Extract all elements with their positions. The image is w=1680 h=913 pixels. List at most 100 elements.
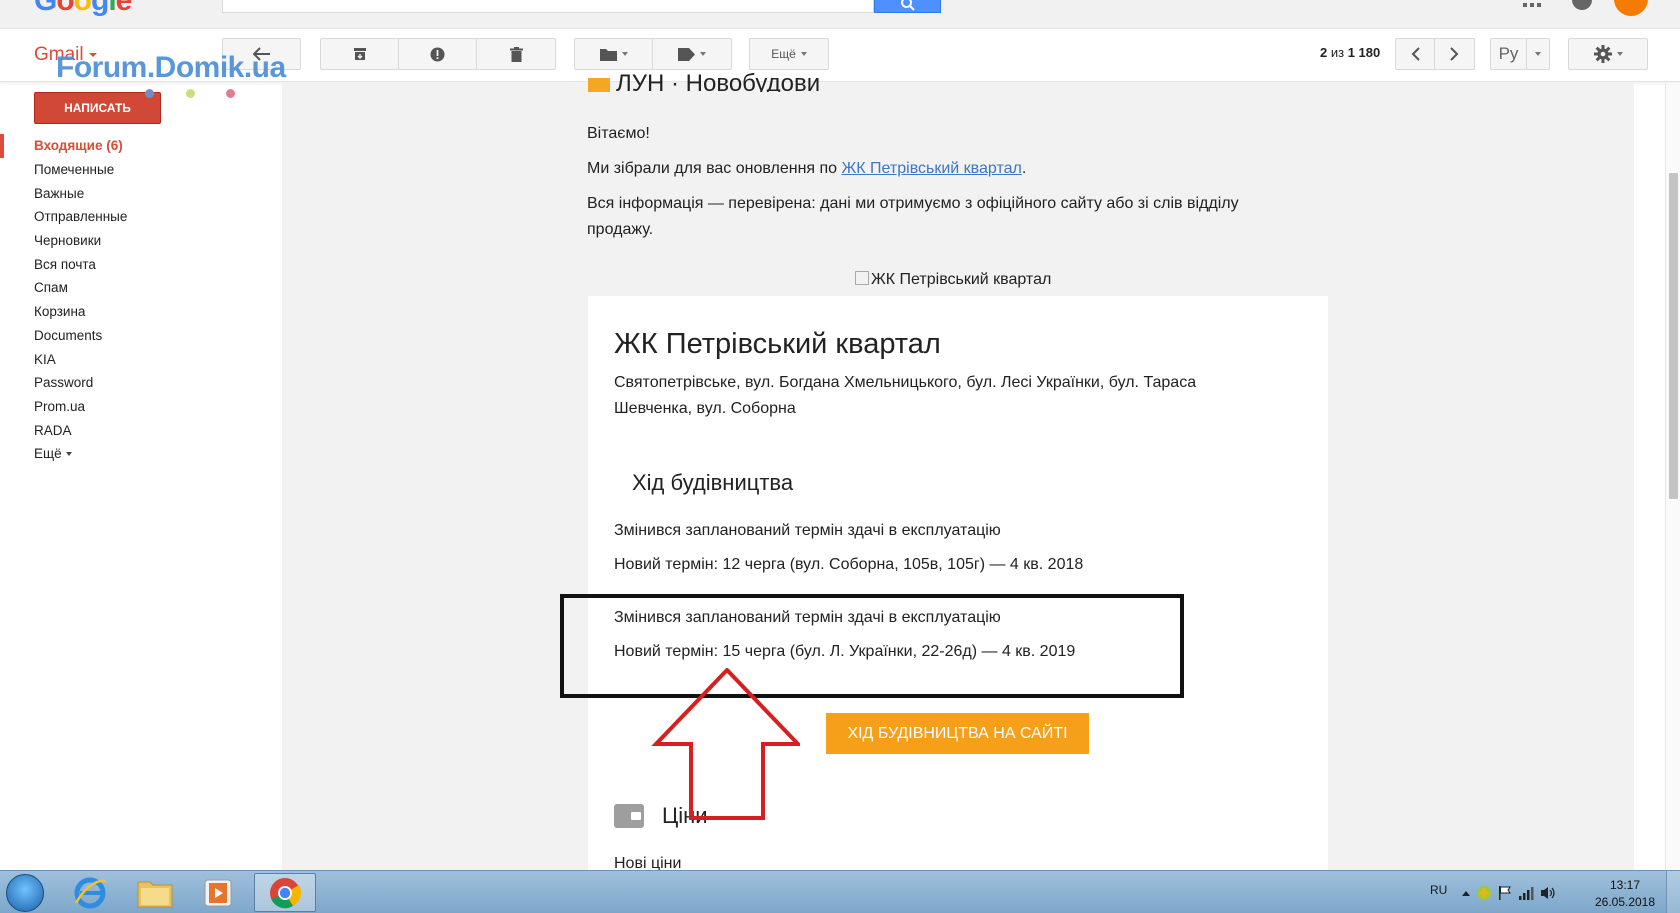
chevron-down-icon [621, 52, 628, 56]
change-1-title: Змінився запланований термін здачі в екс… [614, 522, 1001, 539]
keyboard-language-indicator[interactable]: RU [1430, 883, 1447, 897]
archive-button[interactable] [321, 39, 399, 69]
update-shield-icon[interactable] [1476, 885, 1492, 901]
action-center-flag-icon[interactable] [1498, 885, 1512, 901]
google-top-bar: Google [0, 0, 1680, 29]
lun-logo-icon [588, 78, 610, 92]
chevron-down-icon [1535, 52, 1541, 56]
avatar[interactable] [1614, 0, 1648, 16]
label-tag-icon [678, 47, 695, 61]
folder-icon [599, 48, 617, 61]
google-logo-letter: o [73, 0, 92, 17]
settings-button[interactable] [1568, 38, 1648, 70]
google-logo-letter: o [56, 0, 74, 17]
sidebar-item-kia[interactable]: KIA [0, 347, 260, 371]
move-label-group [574, 38, 732, 70]
watermark-dot [186, 89, 195, 98]
move-to-button[interactable] [575, 39, 653, 69]
chevron-down-icon [1616, 52, 1623, 56]
search-icon [901, 0, 915, 11]
google-logo-letter: g [91, 0, 109, 17]
newsletter-header-text: ЛУН · Новобудови [616, 70, 821, 92]
clock-date: 26.05.2018 [1594, 895, 1656, 909]
show-desktop-button[interactable] [1666, 871, 1680, 913]
notifications-icon[interactable] [1572, 0, 1592, 10]
watermark-dot [145, 89, 154, 98]
pager-nav-group [1395, 38, 1475, 70]
pager-count: 2 из 1 180 [1320, 45, 1380, 60]
pager-total: 1 180 [1347, 45, 1381, 60]
intro-suffix: . [1021, 160, 1027, 177]
verified-paragraph: Вся інформація — перевірена: дані ми отр… [587, 195, 1239, 238]
chevron-left-icon [1411, 47, 1420, 61]
volume-icon[interactable] [1540, 886, 1556, 900]
file-explorer-icon[interactable] [127, 873, 183, 912]
input-language-dropdown[interactable] [1527, 39, 1549, 69]
older-button[interactable] [1435, 39, 1474, 69]
chevron-down-icon [700, 52, 706, 56]
watermark-dot [226, 89, 235, 98]
report-spam-button[interactable] [399, 39, 477, 69]
search-input[interactable] [222, 0, 874, 13]
compose-button[interactable]: НАПИСАТЬ [34, 92, 161, 124]
gear-icon [1593, 45, 1612, 63]
scrollbar-thumb[interactable] [1669, 173, 1678, 499]
windows-taskbar: RU 13:17 26.05.2018 [0, 870, 1680, 913]
annotation-arrow-up [651, 668, 800, 820]
sidebar-nav: Входящие (6) Помеченные Важные Отправлен… [0, 134, 260, 466]
sidebar-item-inbox[interactable]: Входящие (6) [0, 134, 260, 158]
sidebar-more-label: Ещё [34, 446, 62, 462]
more-actions-label: Ещё [771, 47, 796, 61]
sidebar-item-documents[interactable]: Documents [0, 324, 260, 348]
google-logo-letter: G [34, 0, 57, 17]
chrome-icon[interactable] [254, 873, 316, 912]
google-logo-letter: l [108, 0, 116, 17]
sidebar-item-starred[interactable]: Помеченные [0, 158, 260, 182]
sidebar-item-more[interactable]: Ещё [0, 442, 260, 466]
network-signal-icon[interactable] [1518, 886, 1534, 900]
change-1-detail: Новий термін: 12 черга (вул. Соборна, 10… [614, 556, 1084, 573]
broken-image-alt: ЖК Петрівський квартал [855, 271, 1051, 289]
intro-paragraph: Ми зібрали для вас оновлення по ЖК Петрі… [587, 156, 1026, 182]
report-spam-icon [430, 47, 445, 61]
newer-button[interactable] [1396, 39, 1435, 69]
newsletter-header: ЛУН · Новобудови [588, 70, 820, 92]
input-language-group: Ру [1490, 38, 1550, 70]
pager-separator: из [1330, 45, 1345, 60]
sidebar-item-rada[interactable]: RADA [0, 418, 260, 442]
sidebar-item-all-mail[interactable]: Вся почта [0, 252, 260, 276]
sidebar-item-important[interactable]: Важные [0, 181, 260, 205]
sidebar-item-password[interactable]: Password [0, 371, 260, 395]
chevron-down-icon [65, 451, 72, 456]
google-logo-letter: e [115, 0, 133, 17]
google-logo[interactable]: Google [34, 0, 133, 18]
sidebar-item-prom[interactable]: Prom.ua [0, 395, 260, 419]
sidebar-item-trash[interactable]: Корзина [0, 300, 260, 324]
construction-heading: Хід будівництва [632, 470, 794, 495]
internet-explorer-icon[interactable] [62, 873, 118, 912]
clock-time: 13:17 [1609, 878, 1641, 892]
show-hidden-icons-icon[interactable] [1462, 890, 1470, 896]
input-language-button[interactable]: Ру [1491, 39, 1527, 69]
system-clock[interactable]: 13:17 26.05.2018 [1590, 877, 1660, 911]
sidebar-item-drafts[interactable]: Черновики [0, 229, 260, 253]
chevron-down-icon [800, 52, 807, 56]
sidebar-item-spam[interactable]: Спам [0, 276, 260, 300]
complex-title: ЖК Петрівський квартал [614, 328, 941, 360]
greeting-text: Вітаємо! [587, 125, 650, 142]
complex-address: Святопетрівське, вул. Богдана Хмельницьк… [614, 374, 1197, 417]
chevron-right-icon [1450, 47, 1459, 61]
system-tray [1462, 885, 1556, 901]
complex-link[interactable]: ЖК Петрівський квартал [842, 160, 1022, 177]
construction-progress-button[interactable]: ХІД БУДІВНИЦТВА НА САЙТІ [826, 713, 1089, 754]
trash-icon [509, 46, 523, 62]
more-actions-button[interactable]: Ещё [749, 38, 829, 70]
delete-button[interactable] [477, 39, 555, 69]
search-button[interactable] [874, 0, 941, 13]
start-orb-icon[interactable] [6, 874, 44, 912]
labels-button[interactable] [653, 39, 731, 69]
apps-grid-icon[interactable] [1522, 3, 1542, 9]
media-player-icon[interactable] [190, 873, 246, 912]
pager-current: 2 [1320, 45, 1328, 60]
sidebar-item-sent[interactable]: Отправленные [0, 205, 260, 229]
